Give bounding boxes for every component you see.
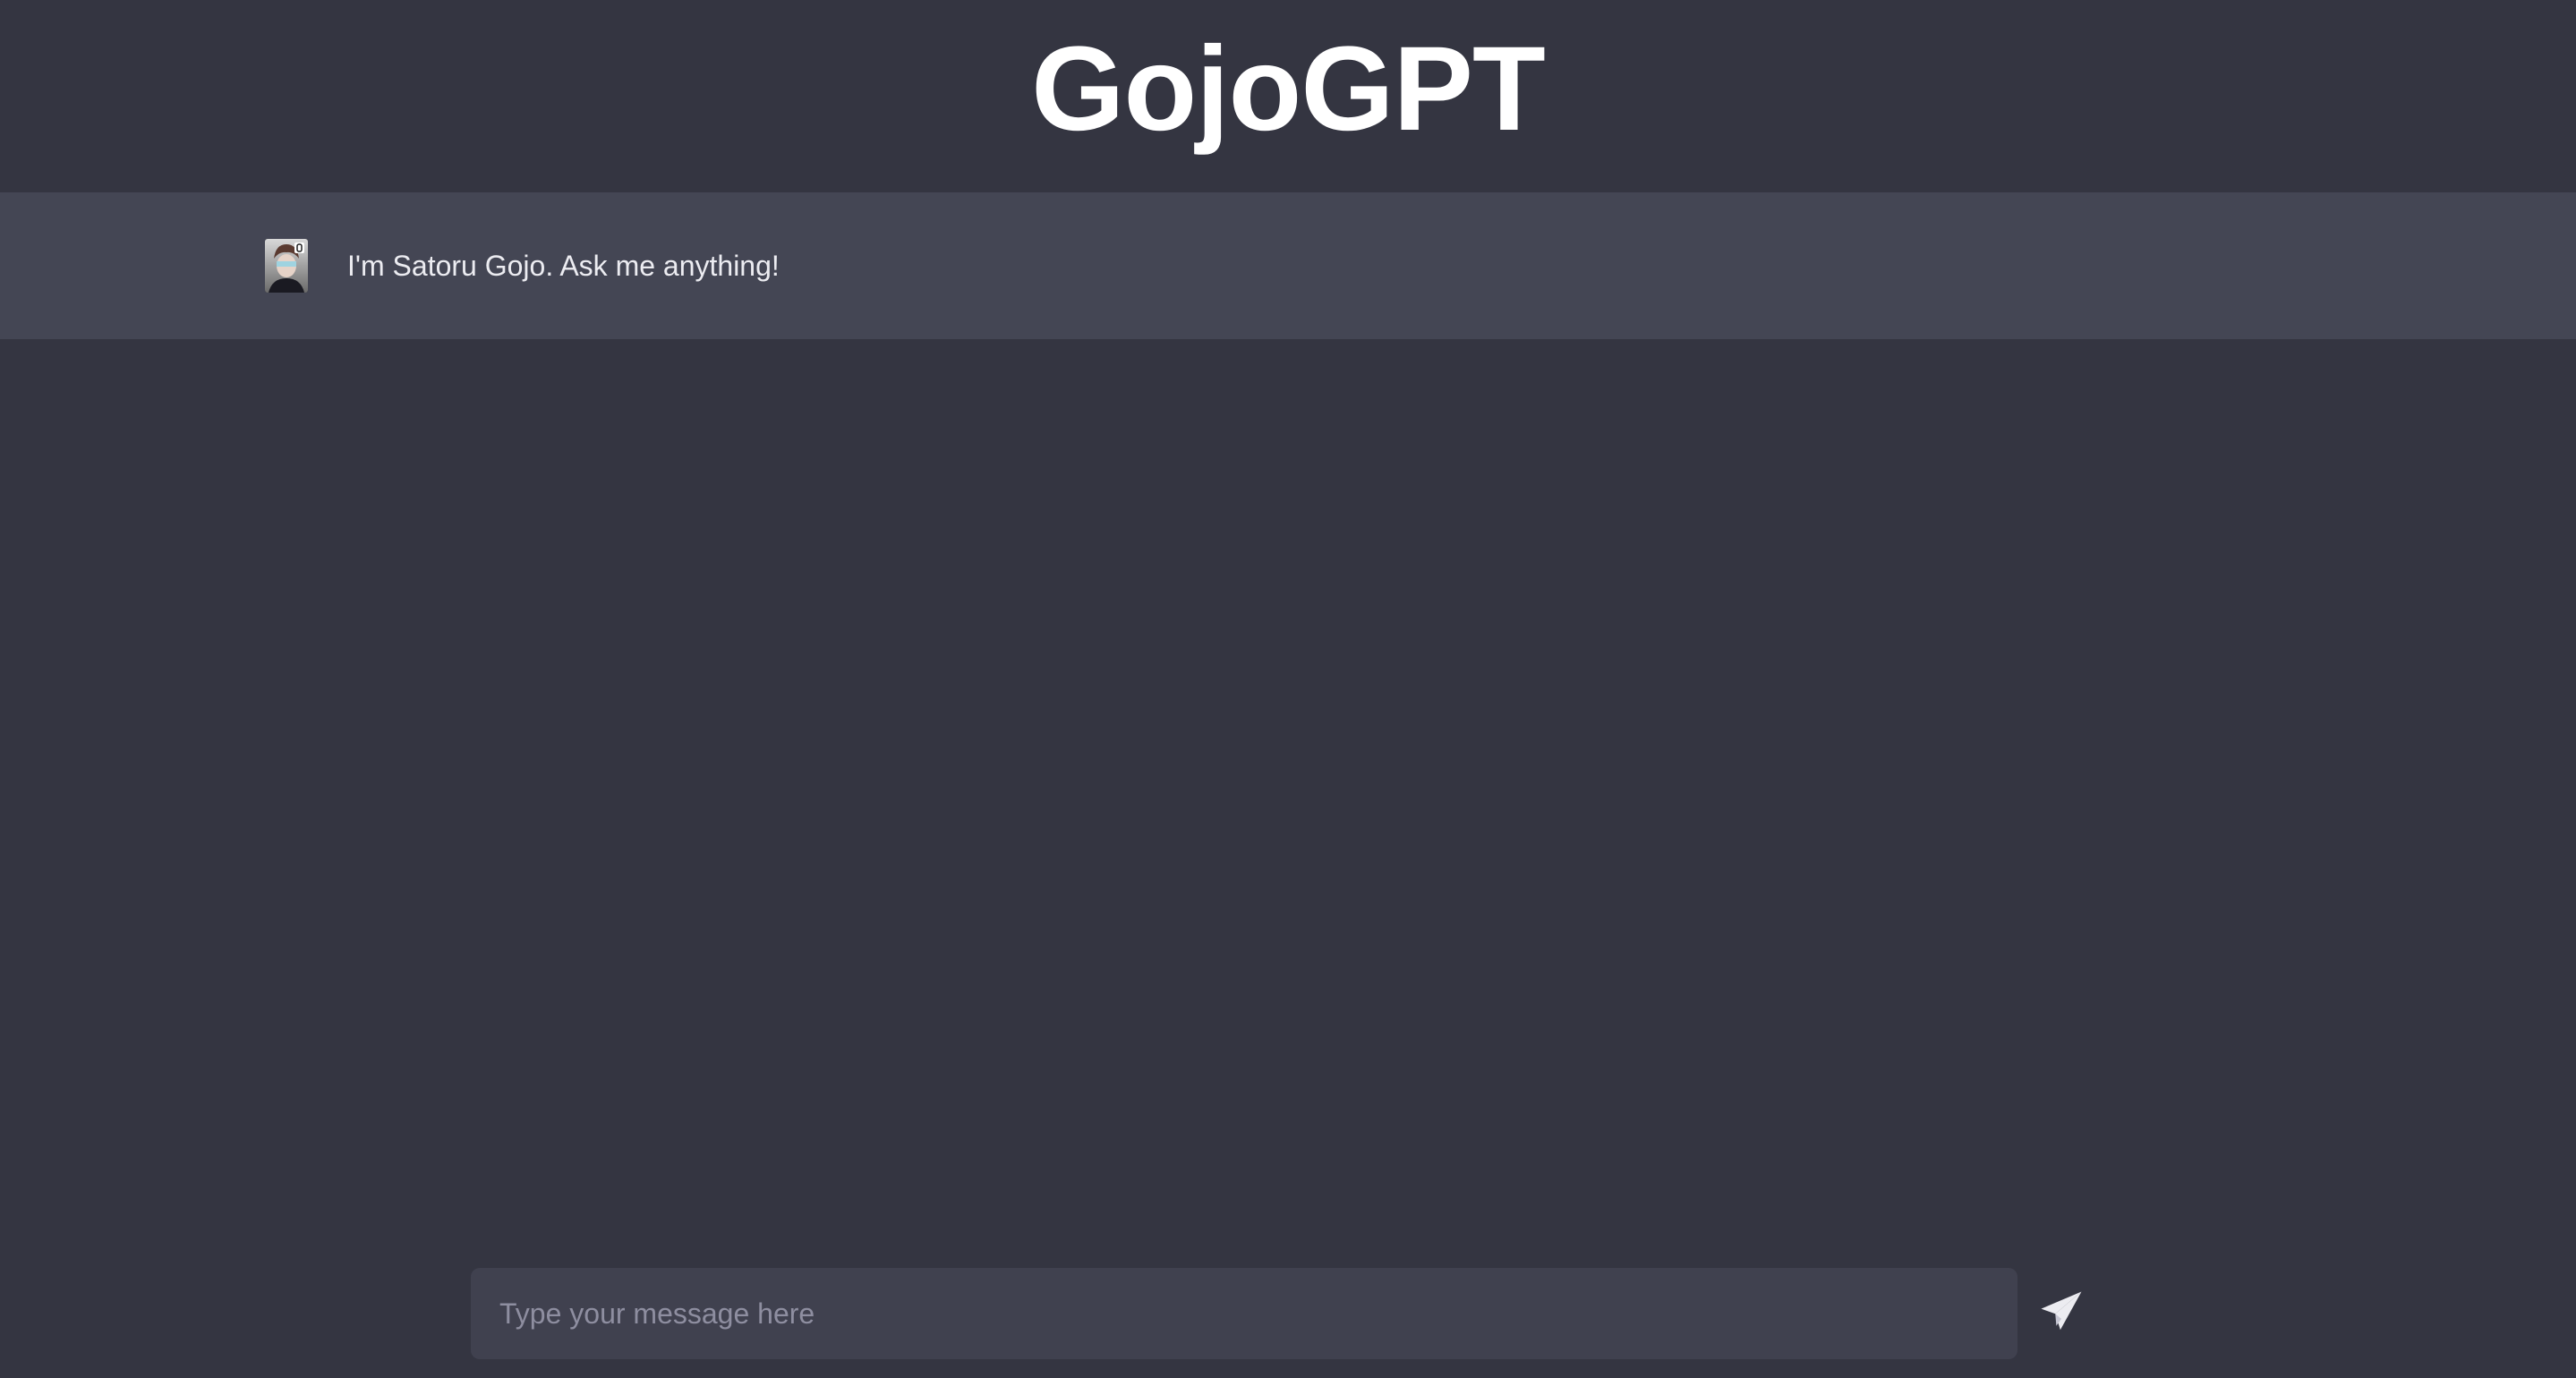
gojo-avatar — [265, 239, 308, 293]
paper-plane-icon — [2037, 1288, 2086, 1339]
app-header: GojoGPT — [0, 0, 2576, 192]
app-title: GojoGPT — [1031, 21, 1546, 156]
message-input-container — [471, 1268, 2017, 1359]
assistant-message-text: I'm Satoru Gojo. Ask me anything! — [347, 250, 780, 282]
assistant-message-row: I'm Satoru Gojo. Ask me anything! — [0, 192, 2576, 339]
message-input[interactable] — [471, 1268, 2017, 1359]
send-button[interactable] — [2032, 1283, 2091, 1342]
